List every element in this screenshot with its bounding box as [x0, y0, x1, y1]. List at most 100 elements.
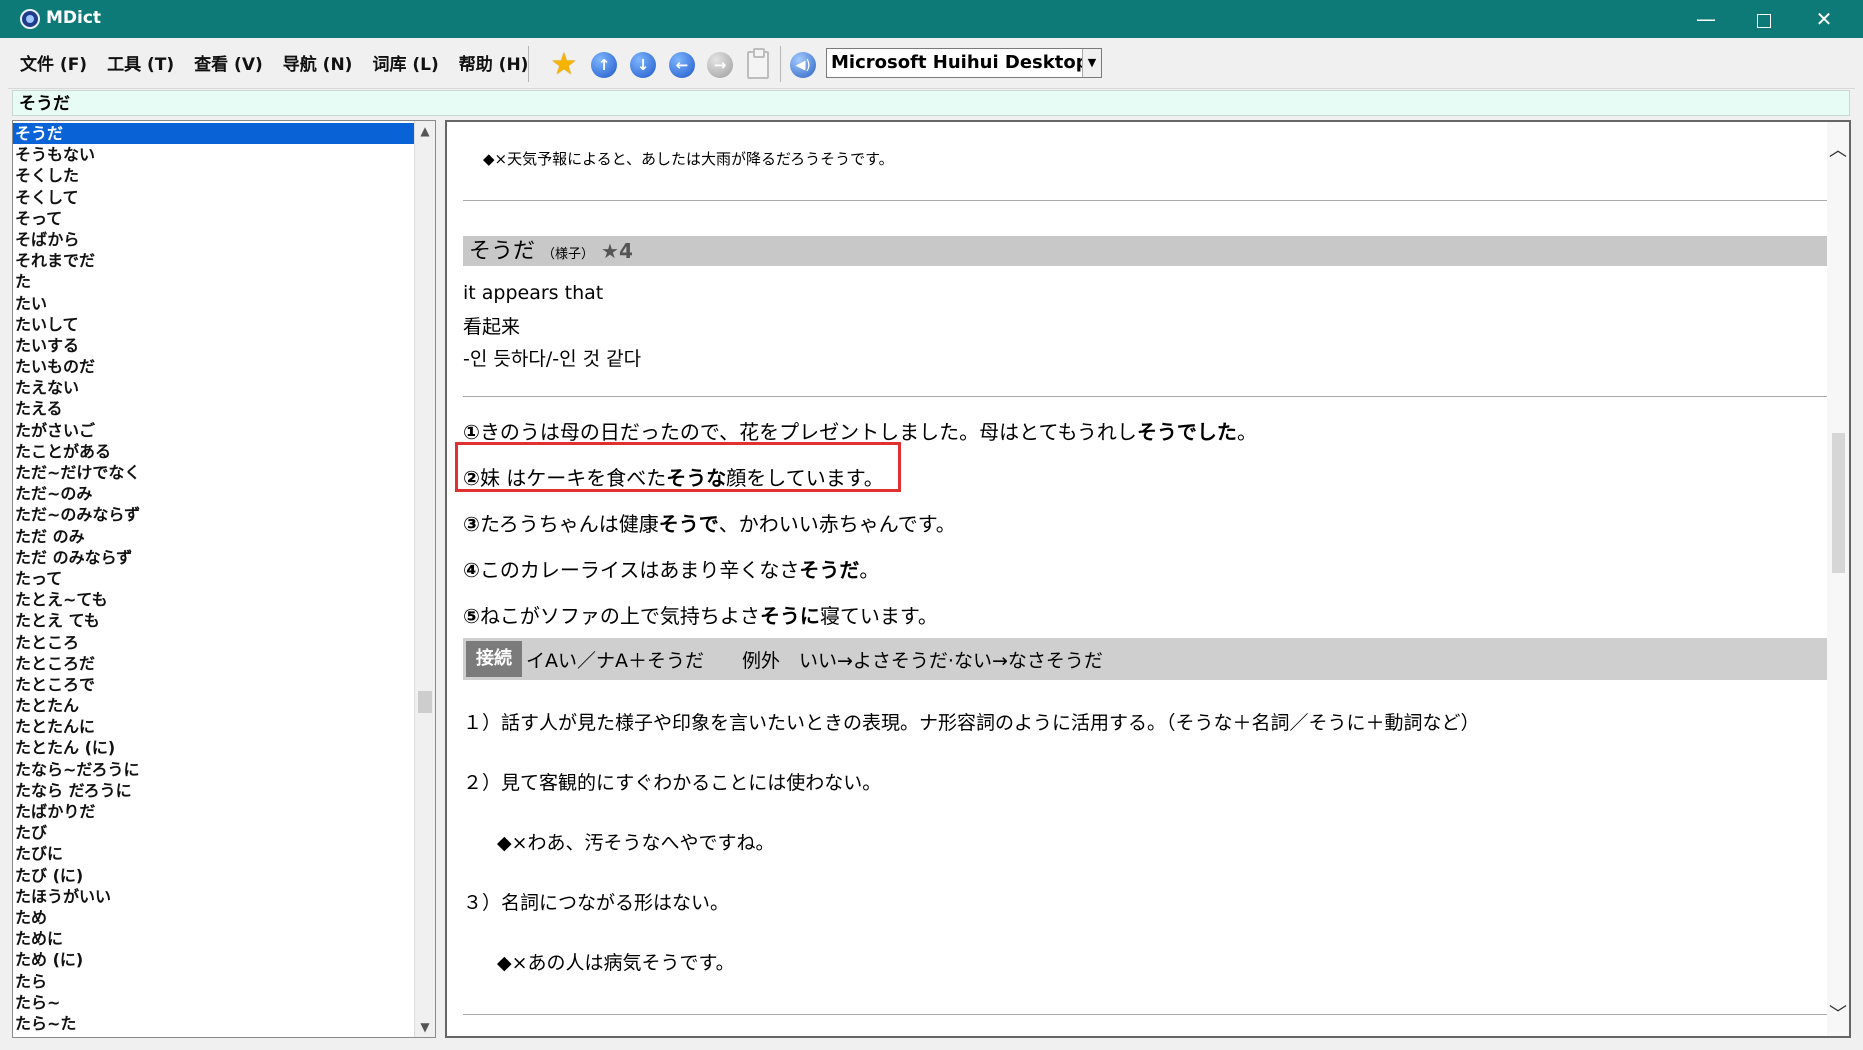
word-list-item[interactable]: たえない: [13, 377, 415, 398]
word-list-item[interactable]: それまでだ: [13, 250, 415, 271]
menu-tools[interactable]: 工具 (T): [97, 52, 184, 78]
word-list-item[interactable]: たとたん (に): [13, 737, 415, 758]
star-icon: ★: [550, 47, 578, 82]
word-list-item[interactable]: そばから: [13, 229, 415, 250]
word-list-item[interactable]: ため (に): [13, 949, 415, 970]
app-logo-icon: [20, 9, 40, 29]
menu-help[interactable]: 帮助 (H): [449, 52, 539, 78]
word-list-item[interactable]: たって: [13, 568, 415, 589]
usage-note: ３）名詞につながる形はない。: [463, 892, 730, 914]
clipboard-icon: [747, 48, 769, 79]
maximize-icon: [1757, 13, 1771, 28]
down-button[interactable]: ↓: [628, 50, 658, 80]
word-list-item[interactable]: ただ~だけでなく: [13, 462, 415, 483]
word-list-item[interactable]: たいする: [13, 335, 415, 356]
word-list-item[interactable]: たほうがいい: [13, 886, 415, 907]
word-list-item[interactable]: たび (に): [13, 865, 415, 886]
maximize-button[interactable]: [1735, 0, 1793, 38]
word-list-item[interactable]: たら~: [13, 992, 415, 1013]
forward-button[interactable]: →: [705, 50, 735, 80]
menu-navigate[interactable]: 导航 (N): [273, 52, 363, 78]
chevron-down-icon[interactable]: ▼: [1082, 49, 1101, 77]
word-list-item[interactable]: た: [13, 271, 415, 292]
menu-file[interactable]: 文件 (F): [10, 52, 97, 78]
word-list-item[interactable]: そくして: [13, 187, 415, 208]
definition-scrollbar[interactable]: ︿ ﹀: [1827, 122, 1849, 1036]
word-list-item[interactable]: ため: [13, 907, 415, 928]
word-list-item[interactable]: たとえ ても: [13, 610, 415, 631]
word-list-item[interactable]: そくした: [13, 165, 415, 186]
word-list-item[interactable]: ただ のみならず: [13, 547, 415, 568]
menu-library[interactable]: 词库 (L): [362, 52, 448, 78]
menu-bar: 文件 (F) 工具 (T) 查看 (V) 导航 (N) 词库 (L) 帮助 (H…: [10, 52, 538, 78]
connection-text: イAい／ナA＋そうだ 例外 いい→よさそうだ·ない→なさそうだ: [526, 650, 1103, 672]
close-button[interactable]: ✕: [1795, 0, 1853, 38]
word-list-item[interactable]: ただ~のみ: [13, 483, 415, 504]
minimize-button[interactable]: —: [1677, 0, 1735, 38]
scroll-down-icon[interactable]: ﹀: [1829, 1000, 1847, 1026]
word-list-item[interactable]: たいして: [13, 314, 415, 335]
word-list-item[interactable]: たびに: [13, 843, 415, 864]
word-list-item[interactable]: たなら だろうに: [13, 780, 415, 801]
word-list-item[interactable]: たえる: [13, 398, 415, 419]
word-list-item[interactable]: そうもない: [13, 144, 415, 165]
word-list-item[interactable]: たがさいご: [13, 420, 415, 441]
headword-note: （様子）: [542, 247, 595, 262]
search-input[interactable]: そうだ: [12, 90, 1850, 116]
headword: そうだ: [469, 239, 536, 264]
word-list-item[interactable]: たところ: [13, 632, 415, 653]
word-list-item[interactable]: たことがある: [13, 441, 415, 462]
word-list-item[interactable]: ために: [13, 928, 415, 949]
voice-select[interactable]: Microsoft Huihui Desktop - C ▼: [826, 48, 1102, 78]
voice-select-value: Microsoft Huihui Desktop - C: [831, 52, 1102, 73]
word-list-item[interactable]: そうだ: [13, 123, 415, 145]
definition-panel: ◆×天気予報によると、あしたは大雨が降るだろうそうです。 そうだ （様子） ★4…: [445, 120, 1851, 1038]
word-list-item[interactable]: たとたんに: [13, 716, 415, 737]
menu-view[interactable]: 查看 (V): [184, 52, 273, 78]
word-list-panel: そうだ そうもない そくした そくして そって そばから それまでだたたい たいして たいするた…: [12, 120, 436, 1038]
word-list-item[interactable]: たなら~だろうに: [13, 759, 415, 780]
word-list-item[interactable]: たところだ: [13, 653, 415, 674]
speaker-icon: ◀): [790, 52, 816, 78]
scroll-thumb[interactable]: [1832, 433, 1845, 573]
word-list-item[interactable]: たばかりだ: [13, 801, 415, 822]
scroll-up-icon[interactable]: ▲: [415, 121, 435, 141]
word-list-item[interactable]: ただ のみ: [13, 526, 415, 547]
connection-tag: 接続: [466, 641, 522, 677]
back-arrow-icon: ←: [669, 52, 695, 78]
window-title: MDict: [46, 8, 102, 28]
up-button[interactable]: ↑: [589, 50, 619, 80]
rating-stars: ★4: [601, 239, 633, 263]
word-list-item[interactable]: たとえ~ても: [13, 589, 415, 610]
menu-toolbar: 文件 (F) 工具 (T) 查看 (V) 导航 (N) 词库 (L) 帮助 (H…: [8, 40, 1855, 89]
definition-content: ◆×天気予報によると、あしたは大雨が降るだろうそうです。 そうだ （様子） ★4…: [447, 122, 1827, 1036]
word-list-item[interactable]: ただ~のみならず: [13, 504, 415, 525]
word-list-item[interactable]: たら~た: [13, 1013, 415, 1034]
word-list-item[interactable]: たところで: [13, 674, 415, 695]
word-list-item[interactable]: たとたん: [13, 695, 415, 716]
word-list-item[interactable]: そって: [13, 208, 415, 229]
connection-bar: 接続 イAい／ナA＋そうだ 例外 いい→よさそうだ·ない→なさそうだ: [463, 638, 1827, 680]
down-arrow-icon: ↓: [630, 52, 656, 78]
scroll-up-icon[interactable]: ︿: [1829, 136, 1847, 162]
speak-button[interactable]: ◀): [788, 50, 818, 80]
top-example-note: ◆×天気予報によると、あしたは大雨が降るだろうそうです。: [483, 150, 894, 168]
word-list-item[interactable]: たいものだ: [13, 356, 415, 377]
usage-note: １）話す人が見た様子や印象を言いたいときの表現。ナ形容詞のように活用する。（そう…: [463, 712, 1480, 734]
back-button[interactable]: ←: [667, 50, 697, 80]
divider: [463, 1014, 1827, 1015]
scroll-down-icon[interactable]: ▼: [415, 1017, 435, 1037]
paste-button[interactable]: [743, 48, 773, 80]
word-list-scrollbar[interactable]: ▲ ▼: [414, 121, 435, 1037]
title-bar: MDict — ✕: [0, 0, 1863, 38]
word-list-item[interactable]: たい: [13, 293, 415, 314]
usage-example: ◆×あの人は病気そうです。: [497, 952, 735, 974]
gloss-english: it appears that: [463, 282, 604, 304]
scroll-thumb[interactable]: [418, 691, 432, 713]
word-list-item[interactable]: たび: [13, 822, 415, 843]
favorite-button[interactable]: ★: [549, 50, 579, 80]
usage-example: ◆×わあ、汚そうなへやですね。: [497, 832, 775, 854]
gloss-chinese: 看起来: [463, 316, 521, 338]
word-list-item[interactable]: たら: [13, 971, 415, 992]
pane-splitter[interactable]: [436, 120, 444, 1038]
